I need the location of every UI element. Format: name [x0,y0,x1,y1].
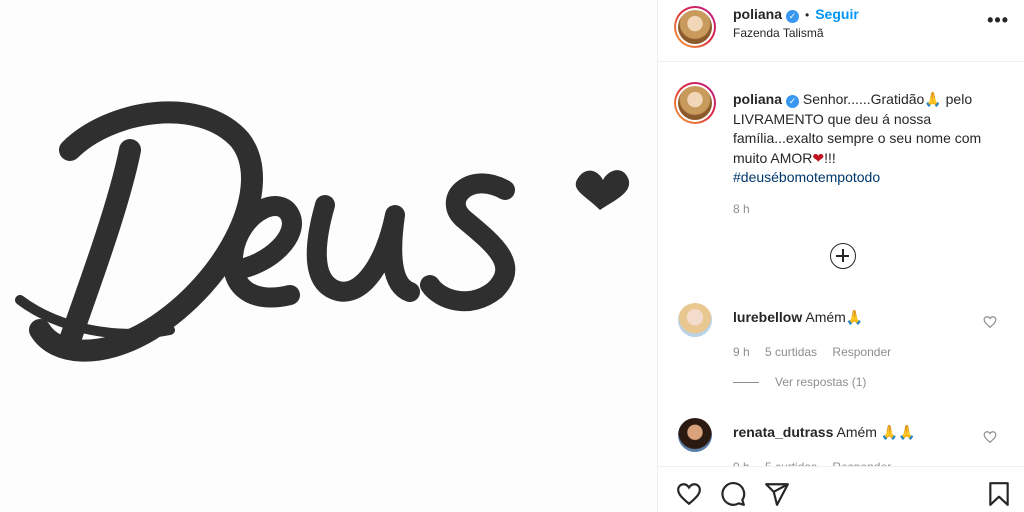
caption-body-2: !!! [824,149,836,166]
comment-likes[interactable]: 5 curtidas [765,345,817,359]
post-location[interactable]: Fazenda Talismã [733,26,824,40]
comment-body: Amém 🙏🙏 [836,424,916,440]
comment-body: Amém🙏 [805,309,864,325]
more-icon[interactable]: ••• [987,10,1009,31]
post-image[interactable] [0,0,657,512]
bookmark-icon[interactable] [986,481,1012,507]
share-icon[interactable] [764,481,790,507]
like-heart-icon[interactable] [676,481,702,507]
post-header: poliana ✓ • Seguir Fazenda Talismã ••• [658,0,1024,62]
caption-verified-icon: ✓ [786,95,800,108]
comment-avatar[interactable] [678,303,712,337]
author-avatar[interactable] [674,6,716,48]
comment-text-line: lurebellow Amém🙏 [733,309,863,326]
post-image-artwork [0,0,657,512]
caption-text: poliana ✓ Senhor......Gratidão🙏 pelo LIVR… [733,90,1008,188]
caption-timestamp: 8 h [733,202,750,216]
separator-dot: • [805,8,810,22]
comment-item: lurebellow Amém🙏 9 h 5 curtidas Responde… [658,303,1024,373]
heart-icon[interactable] [983,430,997,444]
view-replies-button[interactable]: Ver respostas (1) [733,375,866,389]
follow-button[interactable]: Seguir [815,6,859,22]
view-replies-label: Ver respostas (1) [775,375,867,389]
heart-icon[interactable] [983,315,997,329]
replies-divider [733,382,759,384]
comment-icon[interactable] [720,481,746,507]
comment-avatar[interactable] [678,418,712,452]
comment-time: 9 h [733,345,750,359]
author-username[interactable]: poliana [733,6,782,22]
add-circle-icon[interactable] [830,243,856,269]
comment-meta: 9 h 5 curtidas Responder [733,345,903,359]
caption-hashtag[interactable]: #deusébomotempotodo [733,169,880,185]
caption-heart-emoji: ❤ [812,149,825,166]
comment-username[interactable]: lurebellow [733,309,802,325]
caption-username[interactable]: poliana [733,91,782,107]
caption-avatar[interactable] [674,82,716,124]
comment-username[interactable]: renata_dutrass [733,424,833,440]
post-details-panel: poliana ✓ • Seguir Fazenda Talismã ••• poli… [657,0,1024,512]
author-name-line: poliana ✓ • Seguir [733,6,859,23]
verified-icon: ✓ [786,10,800,23]
comment-reply-button[interactable]: Responder [832,345,891,359]
comment-text-line: renata_dutrass Amém 🙏🙏 [733,424,916,441]
post-action-bar [658,466,1024,512]
